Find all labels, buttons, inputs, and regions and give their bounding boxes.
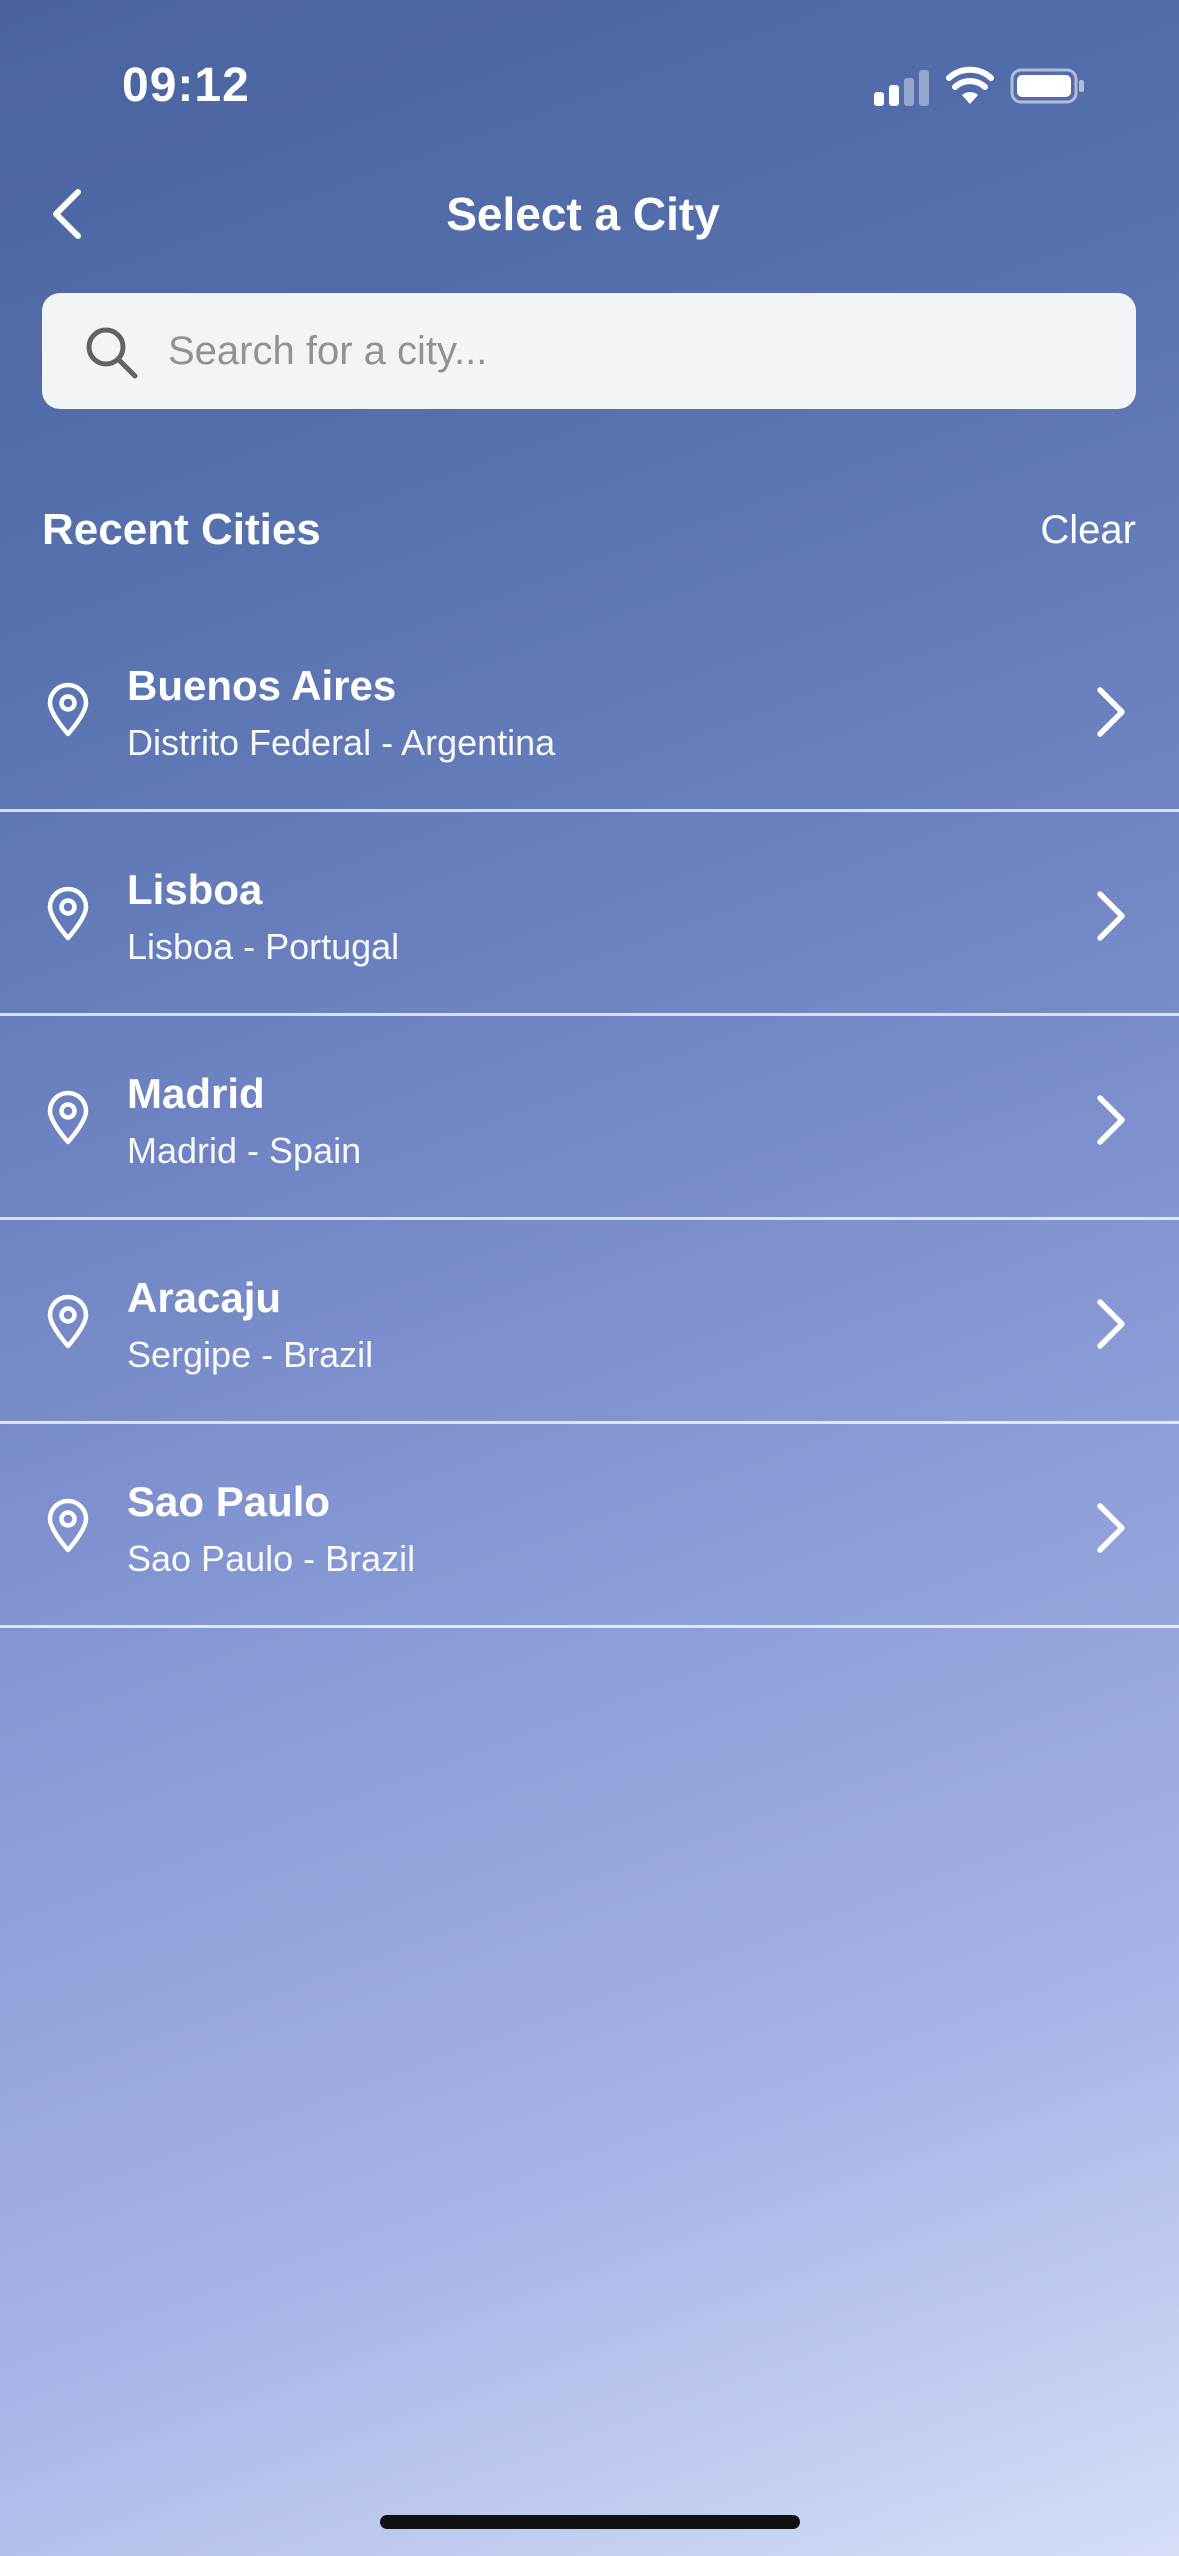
city-name: Buenos Aires — [127, 662, 397, 709]
chevron-right-icon — [1097, 1503, 1125, 1553]
search-input[interactable] — [168, 293, 1108, 409]
chevron-right-icon — [1097, 1299, 1125, 1349]
city-name: Aracaju — [127, 1274, 282, 1321]
city-list-item[interactable]: Lisboa Lisboa - Portugal — [0, 812, 1179, 1016]
location-pin-icon — [47, 886, 89, 941]
location-pin-icon — [47, 1090, 89, 1145]
chevron-right-icon — [1097, 891, 1125, 941]
page-title: Select a City — [446, 188, 720, 240]
status-time: 09:12 — [122, 59, 250, 112]
city-region: Sergipe - Brazil — [127, 1334, 374, 1375]
battery-icon — [1010, 68, 1084, 104]
recent-cities-list: Buenos Aires Distrito Federal - Argentin… — [0, 608, 1179, 1628]
location-pin-icon — [47, 1294, 89, 1349]
chevron-right-icon — [1097, 1095, 1125, 1145]
search-icon — [86, 327, 138, 379]
clear-button[interactable]: Clear — [1040, 500, 1136, 560]
city-list-item[interactable]: Madrid Madrid - Spain — [0, 1016, 1179, 1220]
city-name: Madrid — [127, 1070, 265, 1117]
city-region: Lisboa - Portugal — [127, 926, 400, 967]
city-region: Sao Paulo - Brazil — [127, 1538, 416, 1579]
home-indicator[interactable] — [380, 2515, 800, 2529]
city-region: Distrito Federal - Argentina — [127, 722, 556, 763]
search-bar[interactable] — [42, 293, 1136, 409]
city-name: Sao Paulo — [127, 1478, 331, 1525]
recent-cities-heading: Recent Cities — [42, 505, 321, 554]
chevron-right-icon — [1097, 687, 1125, 737]
cellular-signal-icon — [874, 70, 930, 106]
city-list-item[interactable]: Aracaju Sergipe - Brazil — [0, 1220, 1179, 1424]
city-region: Madrid - Spain — [127, 1130, 362, 1171]
city-list-item[interactable]: Sao Paulo Sao Paulo - Brazil — [0, 1424, 1179, 1628]
status-bar: 09:12 — [0, 0, 1179, 176]
location-pin-icon — [47, 682, 89, 737]
wifi-icon — [946, 66, 994, 104]
location-pin-icon — [47, 1498, 89, 1553]
city-name: Lisboa — [127, 866, 263, 913]
city-list-item[interactable]: Buenos Aires Distrito Federal - Argentin… — [0, 608, 1179, 812]
